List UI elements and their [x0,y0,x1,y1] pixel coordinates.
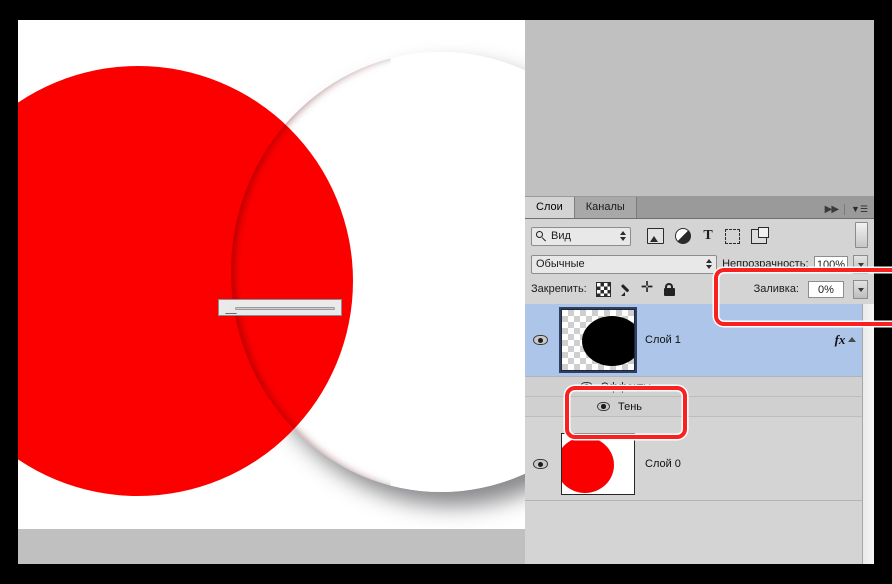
layer-list[interactable]: Слой 1 fx Эффекты Тень Слой 0 [525,304,862,564]
blend-mode-row: Обычные Непрозрачность: 100% [525,250,874,276]
search-icon [536,230,547,242]
screenshot-root: Слои Каналы ▶▶ ▼☰ Вид T Обычные Непрозра… [0,0,892,584]
thumbnail-black-circle [582,316,634,366]
blend-mode-stepper-icon[interactable] [706,259,713,269]
lock-row: Закрепить: Заливка: 0% [525,276,874,301]
panel-scroll-knob[interactable] [855,222,868,248]
eye-icon[interactable] [532,459,548,469]
layer-effect-shadow-row[interactable]: Тень [525,397,862,417]
layer-visibility-cell[interactable] [525,459,555,469]
document-canvas[interactable] [18,20,525,564]
canvas-artboard [18,20,525,529]
layer-thumbnail-cell[interactable] [555,307,641,373]
thumbnail-red-circle [562,437,614,493]
opacity-dropdown-icon[interactable] [853,254,868,274]
eye-icon[interactable] [532,335,548,345]
opacity-label: Непрозрачность: [722,258,809,270]
blend-mode-select[interactable]: Обычные [531,254,718,274]
layers-panel[interactable]: Слои Каналы ▶▶ ▼☰ Вид T Обычные Непрозра… [525,196,874,564]
fill-value[interactable]: 0% [808,280,844,298]
type-filter-icon[interactable]: T [702,229,714,243]
fill-slider-popup[interactable] [218,299,342,316]
lock-position-icon[interactable] [641,280,655,296]
layer-effects-row[interactable]: Эффекты [525,377,862,397]
layer-effects-label[interactable]: Эффекты [601,381,651,393]
fill-slider-track[interactable] [235,307,335,310]
layer-thumbnail[interactable] [559,307,637,373]
chevron-up-icon[interactable] [848,337,856,342]
lock-transparency-icon[interactable] [595,281,611,297]
layer-thumbnail[interactable] [561,433,635,495]
panel-tab-tools: ▶▶ ▼☰ [825,204,874,218]
shape-filter-icon[interactable] [725,228,740,244]
lock-label: Закрепить: [531,283,587,295]
filter-stepper-icon[interactable] [620,231,626,241]
fill-label: Заливка: [753,283,799,295]
fill-slider-thumb[interactable] [225,304,237,313]
blend-mode-value: Обычные [536,258,585,270]
layer-name[interactable]: Слой 1 [641,334,818,346]
picture-filter-icon[interactable] [647,228,664,244]
layer-name[interactable]: Слой 0 [641,458,818,470]
panel-menu-icon[interactable]: ▼☰ [851,205,868,214]
smart-object-filter-icon[interactable] [751,226,769,244]
layer-row[interactable]: Слой 0 [525,428,862,501]
layer-row[interactable]: Слой 1 fx [525,304,862,377]
panel-tabstrip: Слои Каналы ▶▶ ▼☰ [525,196,874,219]
adjustment-filter-icon[interactable] [675,228,691,244]
canvas-bottom-strip [18,529,525,564]
layer-effect-shadow-label[interactable]: Тень [618,401,642,413]
lock-image-icon[interactable] [620,283,633,296]
opacity-value[interactable]: 100% [813,255,849,273]
lock-all-icon[interactable] [663,282,675,296]
tabstrip-divider [844,204,846,215]
layer-thumbnail-cell[interactable] [555,433,641,495]
eye-icon[interactable] [580,382,593,391]
layer-filter-select[interactable]: Вид [531,226,631,246]
layer-filter-label: Вид [551,230,571,242]
filter-icon-group: T [647,226,769,244]
tab-layers[interactable]: Слои [525,197,575,218]
tab-channels[interactable]: Каналы [574,197,637,218]
collapse-panel-icon[interactable]: ▶▶ [825,204,839,215]
layer-filter-row: Вид T [525,219,874,250]
layer-visibility-cell[interactable] [525,335,555,345]
fill-dropdown-icon[interactable] [853,279,868,299]
eye-icon[interactable] [597,402,610,411]
layers-panel-scrollbar[interactable] [862,304,874,564]
